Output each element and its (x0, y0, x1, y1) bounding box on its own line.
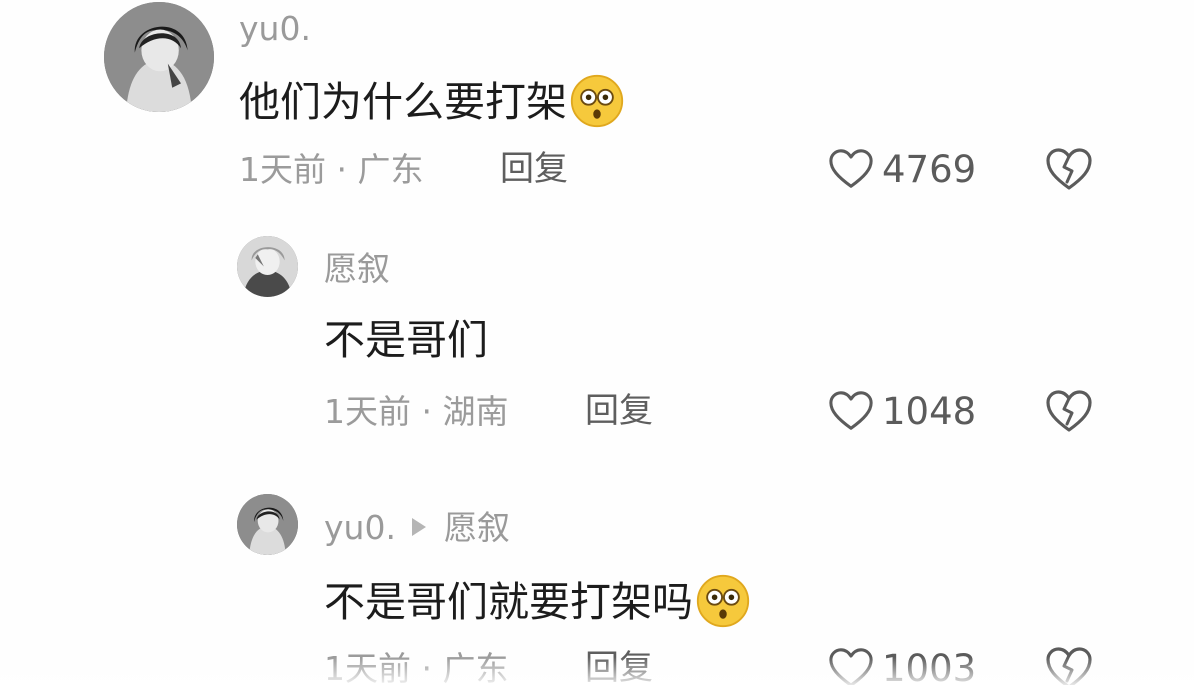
reply-button[interactable]: 回复 (500, 152, 568, 186)
astonished-emoji-icon (569, 73, 625, 129)
username[interactable]: yu0. (239, 12, 311, 45)
like-button[interactable]: 1003 (828, 646, 976, 685)
comment-text: 他们为什么要打架 (239, 74, 625, 133)
meta-separator: · (421, 649, 433, 685)
meta-separator: · (421, 392, 433, 431)
like-count: 1048 (882, 389, 977, 433)
avatar[interactable] (237, 236, 298, 297)
username[interactable]: yu0. (324, 508, 396, 547)
astonished-emoji-icon (695, 573, 751, 629)
comment-text-body: 不是哥们就要打架吗 (324, 578, 693, 626)
comment-meta: 1天前 · 广东 (324, 652, 509, 685)
location: 湖南 (442, 392, 509, 431)
broken-heart-outline-icon (1045, 645, 1093, 685)
heart-outline-icon (828, 147, 874, 191)
comment-meta: 1天前 · 湖南 (324, 395, 509, 428)
comment-meta: 1天前 · 广东 (239, 153, 424, 186)
reply-arrow-icon (411, 517, 426, 536)
like-button[interactable]: 4769 (828, 147, 976, 191)
comment-text: 不是哥们 (324, 316, 488, 364)
like-button[interactable]: 1048 (828, 389, 976, 433)
avatar[interactable] (104, 2, 214, 112)
like-count: 4769 (882, 147, 977, 191)
comment-thread: yu0. 他们为什么要打架 1天前 · 广东 回复 4769 愿叙 不是哥们 1… (0, 0, 1194, 685)
reply-button[interactable]: 回复 (585, 651, 653, 685)
reply-header: yu0. 愿叙 (324, 511, 510, 544)
comment-text-body: 他们为什么要打架 (239, 78, 567, 126)
dislike-button[interactable] (1045, 388, 1093, 434)
reply-button[interactable]: 回复 (585, 394, 653, 428)
heart-outline-icon (828, 646, 874, 685)
username[interactable]: 愿叙 (324, 252, 390, 285)
timestamp: 1天前 (324, 392, 411, 431)
heart-outline-icon (828, 389, 874, 433)
broken-heart-outline-icon (1045, 146, 1093, 192)
timestamp: 1天前 (324, 649, 411, 685)
dislike-button[interactable] (1045, 146, 1093, 192)
comment-text: 不是哥们就要打架吗 (324, 574, 751, 633)
avatar[interactable] (237, 494, 298, 555)
timestamp: 1天前 (239, 150, 326, 189)
meta-separator: · (336, 150, 348, 189)
dislike-button[interactable] (1045, 645, 1093, 685)
reply-to-username[interactable]: 愿叙 (444, 508, 510, 547)
like-count: 1003 (882, 646, 977, 685)
broken-heart-outline-icon (1045, 388, 1093, 434)
location: 广东 (442, 649, 509, 685)
location: 广东 (357, 150, 424, 189)
